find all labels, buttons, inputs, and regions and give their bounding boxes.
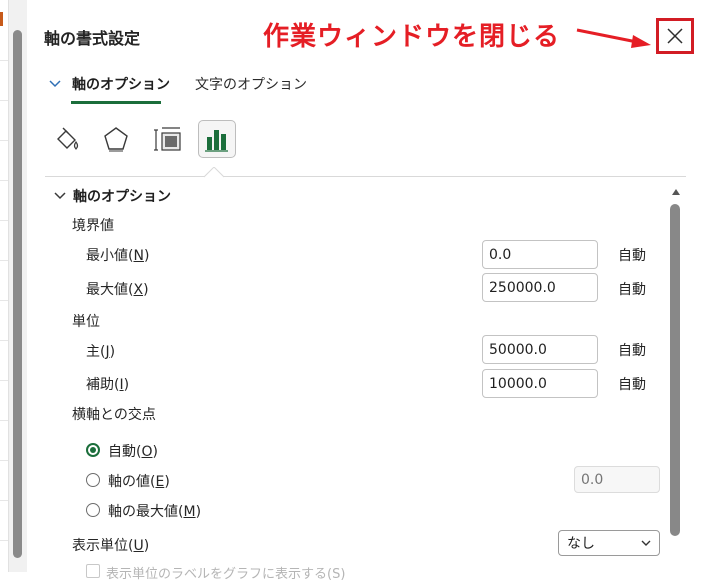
maximum-auto-label: 自動 [618,282,646,298]
effects-tab[interactable] [97,120,135,158]
fill-line-tab[interactable] [48,120,86,158]
chevron-down-icon [641,540,651,546]
crosses-axis-value-radio[interactable] [86,473,100,487]
gridline [0,180,8,181]
tab-axis-options[interactable]: 軸のオプション [72,74,170,94]
minimum-label: 最小値(N) [86,248,150,264]
gridline [0,220,8,221]
major-unit-auto-label: 自動 [618,343,646,359]
tab-selected-indicator [71,101,161,104]
show-units-label-checkbox[interactable] [86,564,100,578]
gridline [0,540,8,541]
display-units-value: なし [567,536,595,552]
pane-scrollbar-thumb[interactable] [670,204,680,536]
bar-chart-icon [205,130,228,152]
minor-unit-input[interactable] [482,369,598,398]
spreadsheet-edge [0,0,9,572]
crosses-axis-value-label[interactable]: 軸の値(E) [108,471,170,491]
section-axis-options[interactable]: 軸のオプション [73,186,171,206]
chevron-down-icon[interactable] [49,79,61,89]
chevron-down-icon[interactable] [54,191,66,201]
gridline [0,460,8,461]
gridline [0,500,8,501]
crosses-max-radio[interactable] [86,503,100,517]
effects-icon [104,127,128,152]
crosses-max-label[interactable]: 軸の最大値(M) [108,501,201,521]
tab-pointer-notch [204,167,224,178]
close-icon [667,28,683,44]
pane-title: 軸の書式設定 [44,29,141,48]
tab-text-options[interactable]: 文字のオプション [195,74,307,94]
display-units-label: 表示単位(U) [72,538,150,554]
bounds-heading: 境界値 [72,218,114,234]
gridline [0,340,8,341]
axis-options-tab[interactable] [198,120,236,158]
minimum-input[interactable] [482,240,598,269]
gridline [0,140,8,141]
fill-line-icon [57,127,79,150]
crosses-heading: 横軸との交点 [72,407,156,423]
spreadsheet-edge-marker [0,12,3,26]
maximum-label: 最大値(X) [86,282,149,298]
minor-unit-label: 補助(I) [86,377,130,393]
crosses-axis-value-input[interactable] [574,466,660,493]
sheet-scrollbar-thumb[interactable] [13,30,22,558]
gridline [0,300,8,301]
tab-divider [45,176,686,177]
minimum-auto-label: 自動 [618,248,646,264]
display-units-select[interactable]: なし [558,530,660,556]
scroll-up-arrow-icon[interactable] [671,188,681,196]
gridline [0,60,8,61]
major-unit-label: 主(J) [86,344,116,360]
maximum-input[interactable] [482,273,598,302]
crosses-auto-radio[interactable] [86,443,100,457]
gridline [0,100,8,101]
annotation-arrow [576,28,651,48]
gridline [0,260,8,261]
gridline [0,420,8,421]
minor-unit-auto-label: 自動 [618,377,646,393]
size-properties-tab[interactable] [149,120,187,158]
crosses-auto-label[interactable]: 自動(O) [108,441,158,461]
close-pane-button[interactable] [656,18,694,54]
size-properties-icon [154,127,181,151]
major-unit-input[interactable] [482,335,598,364]
close-pane-annotation: 作業ウィンドウを閉じる [263,22,561,52]
units-heading: 単位 [72,314,100,330]
gridline [0,380,8,381]
show-units-label-text: 表示単位のラベルをグラフに表示する(S) [106,567,346,582]
